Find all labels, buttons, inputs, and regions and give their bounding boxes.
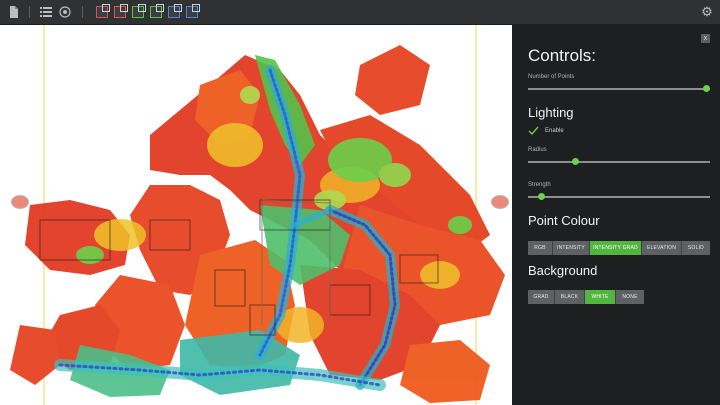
slider-thumb[interactable] (537, 193, 545, 200)
radius-slider[interactable] (528, 157, 710, 167)
point-colour-solid-button[interactable]: SOLID (682, 241, 710, 255)
top-toolbar: ⚙ (0, 0, 720, 25)
radius-label: Radius (528, 147, 547, 153)
lighting-enable-label: Enable (545, 128, 564, 134)
slider-track (528, 88, 710, 90)
point-cloud-render (10, 25, 505, 405)
strength-slider[interactable] (528, 192, 710, 202)
layers-icon[interactable] (57, 4, 73, 20)
background-grad-button[interactable]: GRAD (528, 290, 555, 304)
point-colour-options: RGB INTENSITY INTENSITY GRAD ELEVATION S… (528, 241, 710, 255)
number-of-points-slider[interactable] (528, 84, 711, 94)
point-cloud-viewport[interactable] (0, 25, 512, 405)
slider-track (528, 196, 710, 198)
point-colour-intensity-grad-button[interactable]: INTENSITY GRAD (590, 241, 642, 255)
background-heading: Background (528, 263, 598, 278)
rotate-right-handle[interactable] (491, 195, 509, 209)
point-colour-elevation-button[interactable]: ELEVATION (642, 241, 682, 255)
background-black-button[interactable]: BLACK (555, 290, 585, 304)
point-colour-rgb-button[interactable]: RGB (528, 241, 553, 255)
rotate-left-handle[interactable] (11, 195, 29, 209)
view-cube-icon[interactable] (148, 4, 164, 20)
background-none-button[interactable]: NONE (616, 290, 644, 304)
strength-label: Strength (528, 182, 551, 188)
slider-thumb[interactable] (572, 158, 580, 165)
view-cube-icon[interactable] (112, 4, 128, 20)
toolbar-separator (29, 6, 30, 18)
view-cube-icon[interactable] (166, 4, 182, 20)
view-cube-icon[interactable] (130, 4, 146, 20)
lighting-enable-toggle[interactable]: Enable (528, 125, 564, 137)
close-panel-button[interactable]: x (701, 34, 710, 43)
number-of-points-label: Number of Points (528, 74, 575, 80)
controls-title: Controls: (528, 46, 597, 65)
toolbar-separator (82, 6, 83, 18)
checkmark-icon (528, 125, 540, 137)
point-colour-heading: Point Colour (528, 213, 600, 228)
view-cube-icon[interactable] (94, 4, 110, 20)
controls-panel: x Controls: Number of Points Lighting En… (512, 24, 720, 405)
view-cube-icon[interactable] (184, 4, 200, 20)
settings-gear-icon[interactable]: ⚙ (700, 5, 714, 19)
background-white-button[interactable]: WHITE (585, 290, 616, 304)
slider-track (528, 161, 710, 163)
background-options: GRAD BLACK WHITE NONE (528, 290, 644, 304)
list-icon[interactable] (38, 4, 54, 20)
lighting-heading: Lighting (528, 105, 574, 120)
point-colour-intensity-button[interactable]: INTENSITY (553, 241, 590, 255)
document-icon[interactable] (6, 4, 22, 20)
slider-thumb[interactable] (703, 85, 711, 92)
